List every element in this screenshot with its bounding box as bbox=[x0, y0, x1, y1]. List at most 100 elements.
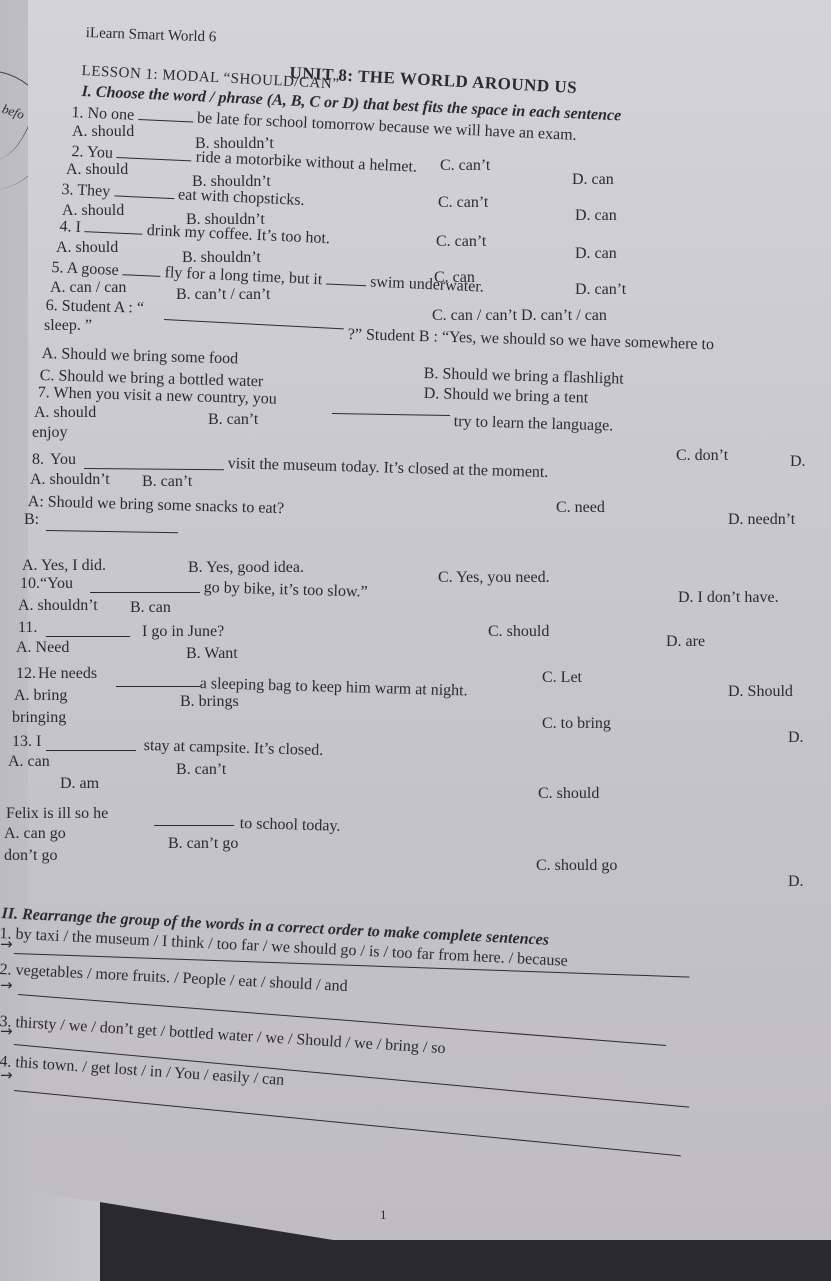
option-c[interactable]: C. don’t bbox=[676, 448, 728, 464]
option-a[interactable]: A. should bbox=[62, 203, 124, 219]
option-d[interactable]: D. can bbox=[572, 172, 614, 188]
option-a[interactable]: A. shouldn’t bbox=[30, 472, 110, 488]
question-text: eat with chopsticks. bbox=[177, 186, 305, 210]
arrow-icon: → bbox=[0, 976, 13, 994]
question-text: No one bbox=[87, 104, 135, 124]
option-b[interactable]: B. can’t / can’t bbox=[176, 287, 271, 303]
option-c-d[interactable]: C. can / can’t D. can’t / can bbox=[432, 308, 607, 324]
option-c[interactable]: C. should go bbox=[536, 858, 617, 874]
brand-label: iLearn Smart World 6 bbox=[85, 25, 217, 46]
option-a[interactable]: A. Yes, I did. bbox=[22, 558, 106, 574]
question-text: A goose bbox=[66, 259, 120, 280]
option-a[interactable]: A. bring bbox=[14, 688, 67, 704]
question-text: “You bbox=[40, 575, 74, 592]
option-c[interactable]: C. should bbox=[488, 624, 549, 640]
option-b[interactable]: B. shouldn’t bbox=[182, 250, 261, 266]
answer-blank[interactable] bbox=[116, 145, 193, 162]
option-d[interactable]: D. can bbox=[575, 246, 617, 262]
question-continuation: B: bbox=[24, 511, 40, 528]
answer-blank[interactable] bbox=[113, 183, 175, 200]
answer-blank[interactable] bbox=[84, 219, 144, 235]
answer-blank[interactable] bbox=[46, 750, 136, 751]
option-a[interactable]: A. should bbox=[66, 162, 128, 178]
question-text: drink my coffee. It’s too hot. bbox=[146, 221, 331, 248]
option-c[interactable]: C. can bbox=[434, 270, 475, 286]
option-d[interactable]: D. bbox=[790, 454, 806, 470]
option-a[interactable]: A. should bbox=[34, 405, 96, 421]
question-text: He needs bbox=[38, 665, 98, 682]
option-d-value[interactable]: bringing bbox=[12, 710, 66, 726]
question-number: 12. bbox=[16, 665, 36, 682]
option-d[interactable]: D. I don’t have. bbox=[678, 590, 779, 606]
option-a[interactable]: A. Should we bring some food bbox=[42, 345, 239, 367]
answer-line[interactable] bbox=[13, 1090, 681, 1157]
answer-blank[interactable] bbox=[163, 319, 344, 330]
option-d-value[interactable]: enjoy bbox=[32, 425, 68, 441]
answer-blank[interactable] bbox=[137, 107, 194, 123]
option-b[interactable]: B. can’t bbox=[142, 474, 192, 490]
option-d[interactable]: D. are bbox=[666, 634, 705, 650]
question-text: I bbox=[36, 733, 42, 750]
option-d-value[interactable]: don’t go bbox=[4, 848, 57, 864]
option-c[interactable]: C. need bbox=[556, 500, 605, 516]
page-number: 1 bbox=[380, 1207, 387, 1222]
answer-blank[interactable] bbox=[326, 271, 367, 287]
option-d[interactable]: D. am bbox=[60, 776, 99, 792]
option-b[interactable]: B. can’t bbox=[176, 762, 226, 778]
answer-blank[interactable] bbox=[122, 262, 162, 277]
option-a[interactable]: A. should bbox=[72, 124, 134, 140]
option-b[interactable]: B. can’t go bbox=[168, 836, 238, 852]
option-a[interactable]: A. should bbox=[56, 240, 118, 256]
arrow-icon: → bbox=[0, 1066, 13, 1084]
option-d[interactable]: D. bbox=[788, 874, 804, 890]
option-b[interactable]: B. Should we bring a flashlight bbox=[424, 365, 624, 388]
option-a[interactable]: A. Need bbox=[16, 640, 69, 656]
question-number: 4. bbox=[59, 218, 72, 236]
option-d[interactable]: D. bbox=[788, 730, 804, 746]
question-number: 5. bbox=[51, 259, 64, 277]
question-number: 3. bbox=[61, 181, 74, 199]
option-b[interactable]: B. Want bbox=[186, 646, 238, 662]
question-14: Felix is ill so he bbox=[6, 805, 109, 822]
option-a[interactable]: A. shouldn’t bbox=[18, 598, 98, 614]
item-words: vegetables / more fruits. / People / eat… bbox=[15, 961, 349, 995]
question-text: You bbox=[86, 143, 114, 162]
question-text: ?” Student B : “Yes, we should so we hav… bbox=[347, 326, 715, 354]
answer-blank[interactable] bbox=[45, 530, 178, 534]
question-text: visit the museum today. It’s closed at t… bbox=[227, 455, 549, 481]
option-c[interactable]: C. to bring bbox=[542, 716, 611, 732]
question-text: You bbox=[50, 451, 76, 468]
option-d[interactable]: D. can’t bbox=[575, 282, 626, 298]
question-text: go by bike, it’s too slow.” bbox=[203, 579, 368, 601]
answer-blank[interactable] bbox=[116, 686, 200, 687]
option-b[interactable]: B. can bbox=[130, 600, 171, 616]
answer-blank[interactable] bbox=[331, 413, 450, 417]
option-c[interactable]: C. should bbox=[538, 786, 599, 802]
question-number: 1. bbox=[71, 104, 84, 122]
option-d[interactable]: D. can bbox=[575, 208, 617, 224]
option-d[interactable]: D. needn’t bbox=[728, 512, 795, 528]
option-b[interactable]: B. can’t bbox=[208, 412, 258, 428]
option-c[interactable]: C. can’t bbox=[440, 158, 490, 174]
answer-blank[interactable] bbox=[154, 825, 234, 826]
option-c[interactable]: C. can’t bbox=[436, 234, 486, 250]
option-d[interactable]: D. Should we bring a tent bbox=[424, 385, 589, 407]
option-a[interactable]: A. can / can bbox=[50, 280, 126, 296]
question-number: 13. bbox=[12, 733, 32, 750]
option-c[interactable]: C. Yes, you need. bbox=[438, 570, 550, 586]
option-a[interactable]: A. can go bbox=[4, 826, 66, 842]
option-c[interactable]: C. can’t bbox=[438, 195, 488, 211]
question-text: I bbox=[75, 218, 82, 236]
question-continuation: sleep. ” bbox=[44, 317, 92, 334]
option-b[interactable]: B. Yes, good idea. bbox=[188, 560, 304, 576]
answer-blank[interactable] bbox=[46, 636, 130, 637]
option-a[interactable]: A. can bbox=[8, 754, 50, 770]
arrow-icon: → bbox=[0, 935, 13, 953]
question-number: 2. bbox=[71, 143, 84, 161]
answer-blank[interactable] bbox=[83, 468, 224, 471]
option-c[interactable]: C. Let bbox=[542, 670, 582, 686]
answer-blank[interactable] bbox=[90, 592, 200, 593]
option-b[interactable]: B. brings bbox=[180, 694, 239, 710]
question-text: fly for a long time, but it bbox=[164, 264, 323, 289]
option-d[interactable]: D. Should bbox=[728, 684, 793, 700]
